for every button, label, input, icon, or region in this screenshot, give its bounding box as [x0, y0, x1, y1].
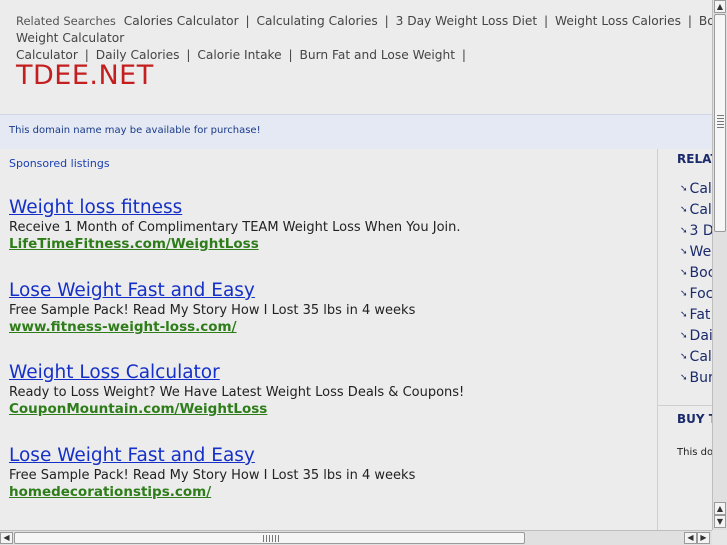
separator: |	[687, 14, 692, 28]
ad-description: Ready to Loss Weight? We Have Latest Wei…	[9, 385, 465, 400]
scroll-up-arrow-icon[interactable]: ▲	[714, 0, 726, 13]
sidebar-link-label: Dai	[689, 328, 712, 344]
ad-title-link[interactable]: Weight Loss Calculator	[9, 362, 649, 384]
site-logo-text[interactable]: TDEE.NET	[16, 60, 154, 91]
scroll-right-arrow-icon[interactable]: ▶	[697, 532, 710, 544]
horizontal-scrollbar[interactable]: ◀ ◀ ▶	[0, 530, 712, 545]
separator: |	[384, 14, 389, 28]
separator: |	[245, 14, 250, 28]
sidebar-link[interactable]: ➘ Bur	[680, 368, 712, 389]
sidebar-link[interactable]: ➘ Dai	[680, 326, 712, 347]
related-link-calculating-calories[interactable]: Calculating Calories	[256, 14, 377, 28]
sidebar-link-label: 3 D	[689, 223, 712, 239]
ad-description: Free Sample Pack! Read My Story How I Lo…	[9, 303, 416, 318]
sidebar-link[interactable]: ➘ 3 D	[680, 221, 712, 242]
sidebar-link[interactable]: ➘ Cal	[680, 179, 712, 200]
ad-title-link[interactable]: Weight loss fitness	[9, 197, 649, 219]
sidebar-link-label: Cal	[689, 181, 712, 197]
arrow-bullet-icon: ➘	[680, 289, 688, 299]
sidebar-link[interactable]: ➘ Foc	[680, 284, 712, 305]
arrow-bullet-icon: ➘	[680, 184, 688, 194]
domain-notice-bar: This domain name may be available for pu…	[0, 114, 712, 149]
scroll-down-arrow-icon[interactable]: ▼	[714, 515, 726, 528]
scroll-left-arrow-icon[interactable]: ◀	[0, 532, 13, 544]
related-sidebar: RELAT ➘Cal ➘Cal ➘3 D ➘We ➘Boc ➘Foc ➘Fat …	[657, 149, 712, 530]
ad-description: Receive 1 Month of Complimentary TEAM We…	[9, 220, 461, 235]
sidebar-link-label: Bur	[689, 370, 712, 386]
separator: |	[186, 48, 191, 62]
arrow-bullet-icon: ➘	[680, 247, 688, 257]
sidebar-link-label: Cal	[689, 202, 712, 218]
domain-notice-text[interactable]: This domain name may be available for pu…	[9, 125, 261, 136]
sidebar-link[interactable]: ➘ We	[680, 242, 712, 263]
sidebar-link-label: Fat	[689, 307, 711, 323]
related-link-calorie-intake[interactable]: Calorie Intake	[197, 48, 281, 62]
separator: |	[544, 14, 549, 28]
arrow-bullet-icon: ➘	[680, 310, 688, 320]
ad-listing: Lose Weight Fast and Easy Free Sample Pa…	[9, 280, 649, 336]
separator: |	[461, 48, 467, 62]
grip-icon	[717, 115, 724, 129]
scroll-left-arrow-icon[interactable]: ◀	[684, 532, 697, 544]
scrollbar-corner	[712, 530, 727, 545]
page-viewport: Related Searches Calories Calculator | C…	[0, 0, 712, 530]
ad-url-link[interactable]: CouponMountain.com/WeightLoss	[9, 401, 649, 418]
arrow-bullet-icon: ➘	[680, 331, 688, 341]
ad-url-link[interactable]: LifeTimeFitness.com/WeightLoss	[9, 236, 649, 253]
related-link-burn-fat[interactable]: Burn Fat and Lose Weight	[300, 48, 456, 62]
ad-listing: Weight Loss Calculator Ready to Loss Wei…	[9, 362, 649, 418]
ad-title-link[interactable]: Lose Weight Fast and Easy	[9, 280, 649, 302]
sidebar-link-label: We	[689, 244, 712, 260]
sidebar-link[interactable]: ➘ Boc	[680, 263, 712, 284]
related-link-calories-calculator[interactable]: Calories Calculator	[124, 14, 239, 28]
horizontal-scroll-thumb[interactable]	[14, 532, 525, 544]
grip-icon	[263, 535, 279, 542]
separator: |	[288, 48, 293, 62]
vertical-scrollbar[interactable]: ▲ ▲ ▼	[712, 0, 727, 530]
sidebar-link-list: ➘ Cal ➘ Cal ➘ 3 D ➘ We ➘ Boc ➘ Foc ➘ Fat ➘ Dai ➘…	[680, 179, 712, 389]
ad-title-link[interactable]: Lose Weight Fast and Easy	[9, 445, 649, 467]
buy-domain-text: This don	[677, 447, 712, 458]
related-link-3-day-diet[interactable]: 3 Day Weight Loss Diet	[396, 14, 538, 28]
sidebar-link[interactable]: ➘ Fat	[680, 305, 712, 326]
buy-domain-heading: BUY T	[677, 412, 712, 426]
ad-url-link[interactable]: homedecorationstips.com/	[9, 484, 649, 501]
arrow-bullet-icon: ➘	[680, 268, 688, 278]
sidebar-link-label: Boc	[689, 265, 712, 281]
ad-url-link[interactable]: www.fitness-weight-loss.com/	[9, 319, 649, 336]
sidebar-heading: RELAT	[677, 152, 712, 166]
ad-listing: Weight loss fitness Receive 1 Month of C…	[9, 197, 649, 253]
sidebar-link-label: Foc	[689, 286, 712, 302]
sidebar-link[interactable]: ➘ Cal	[680, 200, 712, 221]
ad-description: Free Sample Pack! Read My Story How I Lo…	[9, 468, 416, 483]
scroll-up-arrow-icon[interactable]: ▲	[714, 502, 726, 515]
related-link-weight-loss-calories[interactable]: Weight Loss Calories	[555, 14, 681, 28]
ad-listing: Lose Weight Fast and Easy Free Sample Pa…	[9, 445, 649, 501]
sidebar-link-label: Cal	[689, 349, 712, 365]
arrow-bullet-icon: ➘	[680, 373, 688, 383]
arrow-bullet-icon: ➘	[680, 205, 688, 215]
sponsored-listings-label: Sponsored listings	[9, 157, 110, 170]
arrow-bullet-icon: ➘	[680, 226, 688, 236]
vertical-scroll-thumb[interactable]	[714, 14, 726, 232]
arrow-bullet-icon: ➘	[680, 352, 688, 362]
sponsored-listings-panel: Sponsored listings Weight loss fitness R…	[0, 149, 657, 530]
sidebar-link[interactable]: ➘ Cal	[680, 347, 712, 368]
sidebar-divider	[658, 405, 712, 406]
related-searches-label: Related Searches	[16, 14, 116, 28]
related-searches-bar: Related Searches Calories Calculator | C…	[16, 13, 712, 64]
